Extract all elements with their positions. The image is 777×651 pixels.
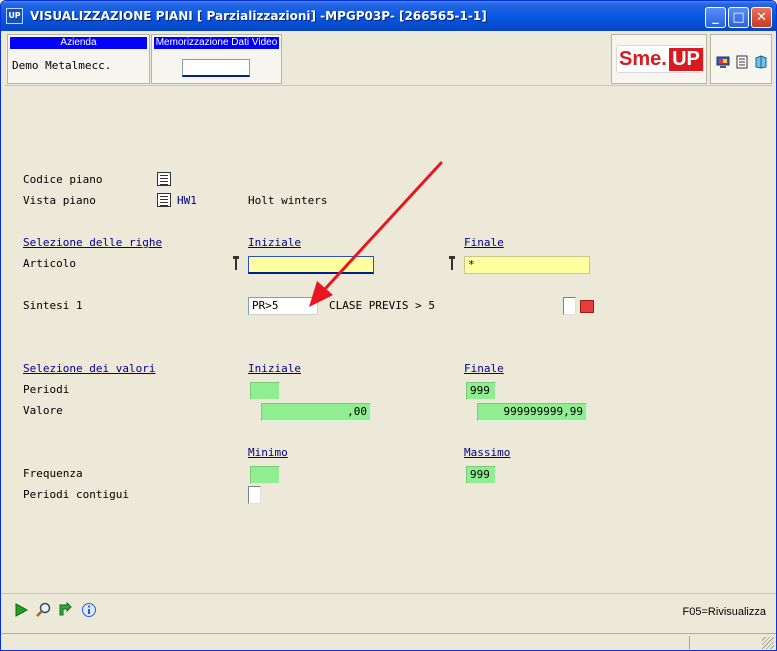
monitor-icon[interactable] xyxy=(716,55,730,69)
annotation-arrow xyxy=(309,161,443,307)
header-panel: Azienda Demo Metalmecc. Memorizzazione D… xyxy=(5,32,772,86)
logo-text-up: UP xyxy=(669,48,703,71)
periodi-contigui-checkbox[interactable] xyxy=(248,486,261,504)
periodi-finale-input[interactable]: 999 xyxy=(466,382,496,400)
play-icon[interactable] xyxy=(13,602,29,618)
resize-grip[interactable] xyxy=(762,637,774,649)
azienda-value: Demo Metalmecc. xyxy=(12,59,112,72)
righe-section-title: Selezione delle righe xyxy=(23,236,163,249)
app-icon: UP xyxy=(6,8,23,24)
finale-header: Finale xyxy=(464,236,504,249)
vista-piano-label: Vista piano xyxy=(23,194,96,207)
frequenza-label: Frequenza xyxy=(23,467,83,480)
info-icon[interactable] xyxy=(81,602,97,618)
logo-text-sme: Sme. xyxy=(619,48,667,70)
memorizzazione-input[interactable] xyxy=(182,59,250,77)
valore-label: Valore xyxy=(23,404,63,417)
title-bar: UP VISUALIZZAZIONE PIANI [ Parzializzazi… xyxy=(1,1,776,31)
memorizzazione-box: Memorizzazione Dati Video xyxy=(151,34,282,84)
application-window: UP VISUALIZZAZIONE PIANI [ Parzializzazi… xyxy=(0,0,777,651)
valori-section-title: Selezione dei valori xyxy=(23,362,156,375)
sintesi-label: Sintesi 1 xyxy=(23,299,83,312)
azienda-box: Azienda Demo Metalmecc. xyxy=(7,34,150,84)
valore-iniziale-input[interactable]: ,00 xyxy=(261,403,371,421)
sintesi-checkbox[interactable] xyxy=(563,297,576,315)
periodi-contigui-label: Periodi contigui xyxy=(23,488,129,501)
list-icon[interactable] xyxy=(157,193,171,207)
vista-piano-code: HW1 xyxy=(177,194,197,207)
codice-piano-label: Codice piano xyxy=(23,173,103,186)
valore-finale-input[interactable]: 999999999,99 xyxy=(477,403,587,421)
close-button[interactable]: ✕ xyxy=(751,7,772,28)
pin-icon[interactable] xyxy=(233,256,239,272)
minimo-header: Minimo xyxy=(248,446,288,459)
articolo-label: Articolo xyxy=(23,257,76,270)
form-area: Codice piano Vista piano HW1 Holt winter… xyxy=(1,87,776,592)
list-icon[interactable] xyxy=(157,172,171,186)
valori-finale-header: Finale xyxy=(464,362,504,375)
azienda-label: Azienda xyxy=(10,37,147,49)
refresh-icon[interactable] xyxy=(57,602,73,618)
periodi-label: Periodi xyxy=(23,383,70,396)
articolo-finale-input[interactable]: * xyxy=(464,256,590,274)
massimo-header: Massimo xyxy=(464,446,511,459)
status-bar xyxy=(1,633,776,650)
memorizzazione-label: Memorizzazione Dati Video xyxy=(154,37,279,49)
smeup-logo: Sme. UP xyxy=(611,34,707,84)
frequenza-minimo-input[interactable] xyxy=(250,466,280,484)
notes-icon[interactable] xyxy=(735,55,749,69)
function-key-bar: F05=Rivisualizza xyxy=(1,593,776,633)
search-icon[interactable] xyxy=(35,602,51,618)
maximize-button[interactable]: □ xyxy=(728,7,749,28)
valori-iniziale-header: Iniziale xyxy=(248,362,301,375)
window-title: VISUALIZZAZIONE PIANI [ Parzializzazioni… xyxy=(30,9,487,23)
f05-rivisualizza-key[interactable]: F05=Rivisualizza xyxy=(683,606,766,618)
periodi-iniziale-input[interactable] xyxy=(250,382,280,400)
tool-icons-box xyxy=(710,34,772,84)
frequenza-massimo-input[interactable]: 999 xyxy=(466,466,496,484)
minimize-button[interactable]: _ xyxy=(705,7,726,28)
iniziale-header: Iniziale xyxy=(248,236,301,249)
book-icon[interactable] xyxy=(754,55,768,69)
red-status-icon xyxy=(580,300,594,313)
